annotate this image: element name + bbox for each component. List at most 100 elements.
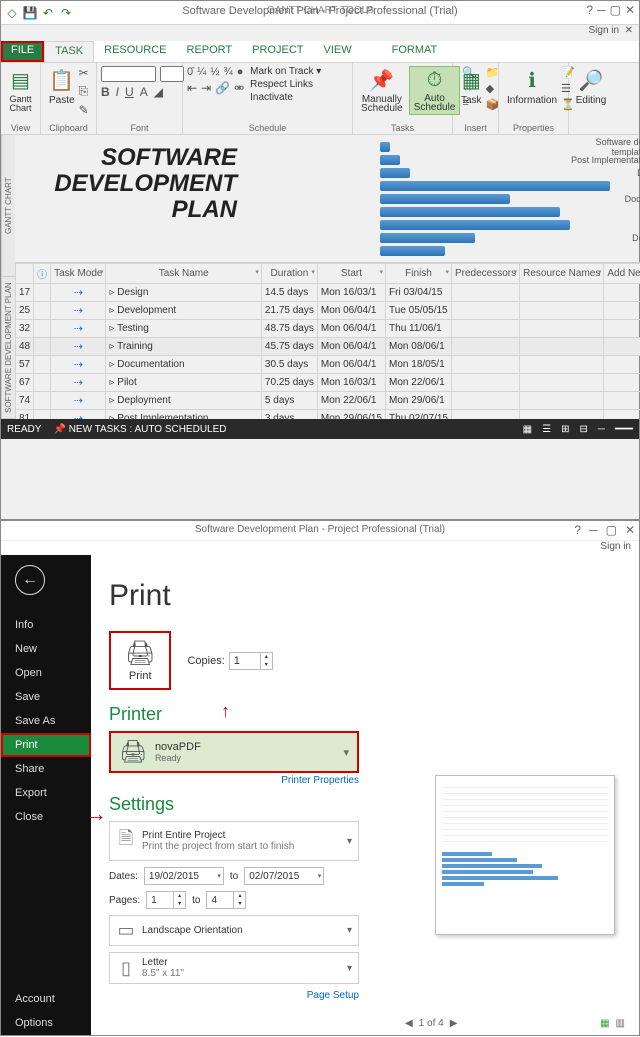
bs-open[interactable]: Open: [1, 661, 91, 685]
tab-format[interactable]: FORMAT: [382, 41, 448, 62]
cut-icon[interactable]: ✂: [79, 66, 89, 80]
bs-print[interactable]: Print: [1, 733, 91, 757]
close-icon[interactable]: ✕: [625, 3, 635, 17]
minimize-icon[interactable]: ─: [597, 3, 606, 17]
tab-report[interactable]: REPORT: [177, 41, 243, 62]
undo-icon[interactable]: ↶: [41, 6, 55, 20]
col-header[interactable]: Task Name▾: [106, 264, 261, 284]
printer-selector[interactable]: 🖨 novaPDF Ready ▾: [109, 731, 359, 773]
view-bar[interactable]: SOFTWARE DEVELOPMENT PLAN GANTT CHART: [1, 135, 15, 419]
copy-icon[interactable]: ⎘: [79, 84, 89, 99]
help-icon[interactable]: ?: [574, 523, 581, 537]
table-row[interactable]: 17⇢▹ Design14.5 daysMon 16/03/1Fri 03/04…: [16, 284, 640, 302]
col-info[interactable]: ⓘ: [34, 264, 51, 284]
font-color-icon[interactable]: A: [140, 85, 148, 99]
col-header[interactable]: Start▾: [317, 264, 385, 284]
prev-page-icon[interactable]: ◀: [405, 1018, 413, 1029]
milestone-icon[interactable]: ◆: [486, 82, 500, 95]
tab-resource[interactable]: RESOURCE: [94, 41, 176, 62]
view-bar-plan[interactable]: SOFTWARE DEVELOPMENT PLAN: [2, 277, 15, 419]
orientation-selector[interactable]: ▭ Landscape Orientation ▾: [109, 915, 359, 946]
table-row[interactable]: 48⇢▹ Training45.75 daysMon 06/04/1Mon 08…: [16, 338, 640, 356]
view-shortcut-icon[interactable]: ⊞: [561, 424, 569, 435]
next-page-icon[interactable]: ▶: [450, 1018, 458, 1029]
mark-on-track[interactable]: Mark on Track ▾: [250, 66, 321, 77]
pct50-icon[interactable]: ½: [210, 66, 219, 78]
save-icon[interactable]: 💾: [23, 6, 37, 20]
indent-icon[interactable]: ⇥: [201, 81, 211, 95]
pct75-icon[interactable]: ¾: [224, 66, 233, 78]
bs-options[interactable]: Options: [1, 1011, 91, 1035]
restore-icon[interactable]: ▢: [610, 3, 621, 17]
print-button[interactable]: 🖨 Print: [109, 631, 171, 690]
print-scope-selector[interactable]: 🗎 Print Entire Project Print the project…: [109, 821, 359, 861]
link-icon[interactable]: 🔗: [215, 81, 230, 95]
col-header[interactable]: Duration▾: [261, 264, 317, 284]
gantt-chart-button[interactable]: ▤Gantt Chart: [5, 66, 36, 115]
table-row[interactable]: 32⇢▹ Testing48.75 daysMon 06/04/1Thu 11/…: [16, 320, 640, 338]
information-button[interactable]: ℹInformation: [503, 66, 561, 111]
table-row[interactable]: 74⇢▹ Deployment5 daysMon 22/06/1Mon 29/0…: [16, 392, 640, 410]
paper-size-selector[interactable]: ▯ Letter 8.5" x 11" ▾: [109, 952, 359, 984]
status-newtasks[interactable]: 📌 NEW TASKS : AUTO SCHEDULED: [53, 424, 226, 435]
bs-saveas[interactable]: Save As: [1, 709, 91, 733]
col-header[interactable]: Add New Column▾: [604, 264, 640, 284]
task-grid[interactable]: ⓘTask Mode▾Task Name▾Duration▾Start▾Fini…: [15, 263, 640, 419]
table-row[interactable]: 57⇢▹ Documentation30.5 daysMon 06/04/1Mo…: [16, 356, 640, 374]
page-to-spinner[interactable]: 4▴▾: [206, 891, 246, 909]
italic-icon[interactable]: I: [116, 85, 119, 99]
font-family-combo[interactable]: [101, 66, 156, 82]
font-size-combo[interactable]: [160, 66, 184, 82]
close-icon[interactable]: ✕: [625, 523, 635, 537]
view-bar-gantt[interactable]: GANTT CHART: [2, 135, 15, 277]
pct25-icon[interactable]: ¼: [197, 66, 206, 78]
respect-links[interactable]: Respect Links: [250, 79, 321, 90]
bs-close[interactable]: Close: [1, 805, 91, 829]
bs-export[interactable]: Export: [1, 781, 91, 805]
view-shortcut-icon[interactable]: ☰: [542, 424, 551, 435]
pct0-icon[interactable]: 0̄: [187, 66, 193, 78]
tab-view[interactable]: VIEW: [313, 41, 361, 62]
tab-file[interactable]: FILE: [1, 41, 44, 62]
unlink-icon[interactable]: ⚮: [234, 81, 244, 95]
underline-icon[interactable]: U: [125, 85, 134, 99]
table-row[interactable]: 81⇢▹ Post Implementation3 daysMon 29/06/…: [16, 410, 640, 420]
view-shortcut-icon[interactable]: ⊟: [579, 424, 587, 435]
page-from-spinner[interactable]: 1▴▾: [146, 891, 186, 909]
printer-properties-link[interactable]: Printer Properties: [281, 775, 359, 786]
fill-color-icon[interactable]: ◢: [154, 85, 163, 99]
signin-link[interactable]: Sign in: [600, 541, 631, 552]
bs-new[interactable]: New: [1, 637, 91, 661]
col-rownum[interactable]: [16, 264, 34, 284]
inactivate[interactable]: Inactivate: [250, 92, 321, 103]
zoom-slider[interactable]: ━━━: [615, 424, 633, 435]
deliverable-icon[interactable]: 📦: [486, 98, 500, 111]
signin-link[interactable]: Sign in: [588, 25, 619, 36]
manual-schedule-button[interactable]: 📌Manually Schedule: [357, 66, 407, 115]
paste-button[interactable]: 📋Paste: [45, 66, 79, 117]
pct100-icon[interactable]: ●: [237, 66, 244, 78]
tab-project[interactable]: PROJECT: [242, 41, 313, 62]
zoom-fit-icon[interactable]: ▦: [600, 1018, 609, 1029]
minimize-icon[interactable]: ─: [589, 523, 598, 537]
task-insert-button[interactable]: ▦Task: [457, 66, 486, 111]
zoom-page-icon[interactable]: ▥: [616, 1018, 625, 1029]
date-to-field[interactable]: 02/07/2015▾: [244, 867, 324, 885]
copies-spinner[interactable]: 1▴▾: [229, 652, 273, 670]
view-shortcut-icon[interactable]: ▦: [523, 424, 532, 435]
bs-share[interactable]: Share: [1, 757, 91, 781]
tab-task[interactable]: TASK: [44, 41, 94, 62]
outdent-icon[interactable]: ⇤: [187, 81, 197, 95]
date-from-field[interactable]: 19/02/2015▾: [144, 867, 224, 885]
editing-button[interactable]: 🔎Editing: [573, 66, 609, 108]
col-header[interactable]: Resource Names▾: [520, 264, 604, 284]
bold-icon[interactable]: B: [101, 85, 110, 99]
col-header[interactable]: Finish▾: [386, 264, 452, 284]
summary-icon[interactable]: 📁: [486, 66, 500, 79]
table-row[interactable]: 25⇢▹ Development21.75 daysMon 06/04/1Tue…: [16, 302, 640, 320]
restore-icon[interactable]: ▢: [606, 523, 617, 537]
format-painter-icon[interactable]: ✎: [79, 103, 89, 117]
help-icon[interactable]: ?: [586, 3, 593, 17]
zoom-out-icon[interactable]: ─: [598, 424, 605, 435]
bs-account[interactable]: Account: [1, 987, 91, 1011]
